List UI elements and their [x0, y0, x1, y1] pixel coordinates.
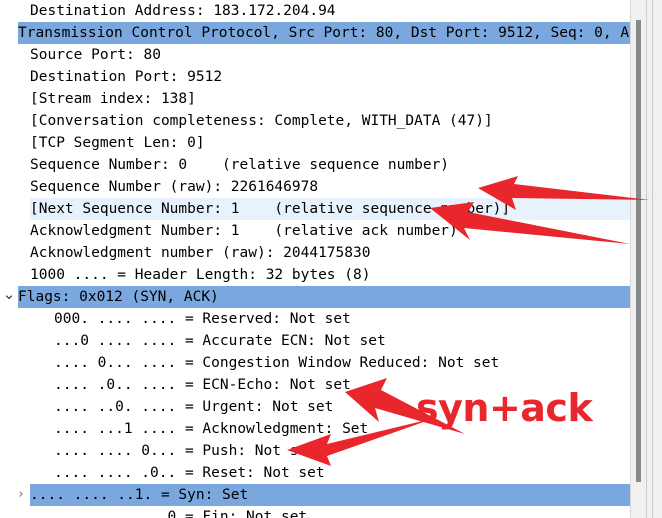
tree-row[interactable]: Sequence Number (raw): 2261646978: [0, 176, 630, 198]
tree-row[interactable]: Acknowledgment Number: 1 (relative ack n…: [0, 220, 630, 242]
tree-row[interactable]: [TCP Segment Len: 0]: [0, 132, 630, 154]
tree-row-label: 1000 .... = Header Length: 32 bytes (8): [30, 267, 371, 283]
tree-row[interactable]: .... .... ...0 = Fin: Not set: [0, 506, 630, 518]
tree-row[interactable]: [Conversation completeness: Complete, WI…: [0, 110, 630, 132]
tree-row-label: Flags: 0x012 (SYN, ACK): [18, 289, 219, 305]
tree-row-label: .... 0... .... = Congestion Window Reduc…: [54, 355, 500, 371]
scrollbar-thumb[interactable]: [636, 20, 641, 482]
tree-row-label: Transmission Control Protocol, Src Port:…: [18, 25, 630, 41]
tree-row-label: .... .... ...0 = Fin: Not set: [54, 509, 308, 518]
tree-row-label: Destination Port: 9512: [30, 69, 223, 85]
tree-row-label: Destination Address: 183.172.204.94: [30, 3, 336, 19]
tree-row[interactable]: Transmission Control Protocol, Src Port:…: [0, 22, 630, 44]
tree-row[interactable]: .... .0.. .... = ECN-Echo: Not set: [0, 374, 630, 396]
tree-row[interactable]: [Next Sequence Number: 1 (relative seque…: [0, 198, 630, 220]
tree-row-label: ...0 .... .... = Accurate ECN: Not set: [54, 333, 386, 349]
tree-row-label: .... ..0. .... = Urgent: Not set: [54, 399, 334, 415]
tree-row-label: [TCP Segment Len: 0]: [30, 135, 205, 151]
tree-row-label: .... ...1 .... = Acknowledgment: Set: [54, 421, 369, 437]
tree-row-label: Acknowledgment number (raw): 2044175830: [30, 245, 371, 261]
tree-row-label: .... .... ..1. = Syn: Set: [30, 487, 249, 503]
tree-row[interactable]: Acknowledgment number (raw): 2044175830: [0, 242, 630, 264]
pane-divider-line-inner: [652, 0, 653, 518]
tree-row[interactable]: [Stream index: 138]: [0, 88, 630, 110]
tree-row-label: [Next Sequence Number: 1 (relative seque…: [30, 201, 511, 217]
tree-row[interactable]: .... .... .0.. = Reset: Not set: [0, 462, 630, 484]
tree-row[interactable]: ›.... .... ..1. = Syn: Set: [0, 484, 630, 506]
tree-row-label: [Stream index: 138]: [30, 91, 196, 107]
tree-row-label: Source Port: 80: [30, 47, 161, 63]
tree-row-label: Sequence Number: 0 (relative sequence nu…: [30, 157, 450, 173]
tree-row[interactable]: .... ...1 .... = Acknowledgment: Set: [0, 418, 630, 440]
tree-row-label: .... .0.. .... = ECN-Echo: Not set: [54, 377, 351, 393]
tree-row-label: Sequence Number (raw): 2261646978: [30, 179, 319, 195]
tree-row[interactable]: Source Port: 80: [0, 44, 630, 66]
tree-row[interactable]: 000. .... .... = Reserved: Not set: [0, 308, 630, 330]
tree-row-label: .... .... 0... = Push: Not set: [54, 443, 316, 459]
wireshark-packet-details-screenshot: Destination Address: 183.172.204.94 Trans…: [0, 0, 662, 518]
tree-row[interactable]: ⌄ Flags: 0x012 (SYN, ACK): [0, 286, 630, 308]
tree-row-label: [Conversation completeness: Complete, WI…: [30, 113, 493, 129]
tree-row[interactable]: .... ..0. .... = Urgent: Not set: [0, 396, 630, 418]
tree-row[interactable]: Sequence Number: 0 (relative sequence nu…: [0, 154, 630, 176]
tree-row-label: Acknowledgment Number: 1 (relative ack n…: [30, 223, 458, 239]
tree-row[interactable]: Destination Address: 183.172.204.94: [0, 0, 630, 22]
tree-row[interactable]: ...0 .... .... = Accurate ECN: Not set: [0, 330, 630, 352]
vertical-scrollbar[interactable]: [630, 0, 662, 518]
tree-row[interactable]: 1000 .... = Header Length: 32 bytes (8): [0, 264, 630, 286]
tree-row-label: 000. .... .... = Reserved: Not set: [54, 311, 351, 327]
packet-details-tree[interactable]: Destination Address: 183.172.204.94 Trans…: [0, 0, 630, 518]
tree-row[interactable]: .... 0... .... = Congestion Window Reduc…: [0, 352, 630, 374]
tree-row-label: .... .... .0.. = Reset: Not set: [54, 465, 325, 481]
pane-divider-line-outer: [646, 0, 647, 518]
tree-row[interactable]: .... .... 0... = Push: Not set: [0, 440, 630, 462]
tree-row[interactable]: Destination Port: 9512: [0, 66, 630, 88]
